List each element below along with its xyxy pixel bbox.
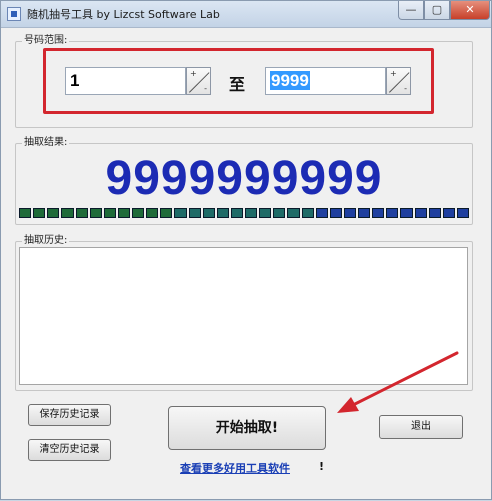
- range-end-spinner[interactable]: + -: [386, 67, 411, 95]
- maximize-button[interactable]: ▢: [424, 1, 450, 20]
- spin-down-icon[interactable]: -: [404, 84, 407, 93]
- progress-segment: [216, 208, 229, 218]
- range-to-label: 至: [229, 75, 246, 94]
- progress-segment: [358, 208, 371, 218]
- progress-segment: [117, 208, 130, 218]
- progress-segment: [245, 208, 258, 218]
- save-history-button[interactable]: 保存历史记录: [28, 404, 111, 426]
- progress-segment: [287, 208, 300, 218]
- progress-segment: [174, 208, 187, 218]
- progress-segment: [315, 208, 328, 218]
- progress-segment: [132, 208, 145, 218]
- progress-segment: [414, 208, 427, 218]
- progress-segment: [329, 208, 342, 218]
- progress-segment: [456, 208, 469, 218]
- progress-segment: [19, 208, 32, 218]
- range-start-value: 1: [70, 71, 80, 90]
- progress-segment: [259, 208, 272, 218]
- close-button[interactable]: ✕: [450, 1, 490, 20]
- app-icon: [7, 7, 21, 21]
- progress-segment: [160, 208, 173, 218]
- spin-down-icon[interactable]: -: [204, 84, 207, 93]
- progress-bar: [19, 208, 469, 218]
- progress-segment: [301, 208, 314, 218]
- more-tools-link[interactable]: 查看更多好用工具软件: [180, 460, 290, 476]
- progress-segment: [188, 208, 201, 218]
- exit-button[interactable]: 退出: [379, 415, 463, 439]
- start-draw-button[interactable]: 开始抽取!: [168, 406, 326, 450]
- spin-up-icon[interactable]: +: [390, 69, 397, 78]
- progress-segment: [343, 208, 356, 218]
- progress-segment: [386, 208, 399, 218]
- progress-segment: [89, 208, 102, 218]
- progress-segment: [273, 208, 286, 218]
- range-end-input[interactable]: 9999: [265, 67, 386, 95]
- clear-history-button[interactable]: 清空历史记录: [28, 439, 111, 461]
- progress-segment: [428, 208, 441, 218]
- progress-segment: [400, 208, 413, 218]
- app-window: 随机抽号工具 by Lizcst Software Lab — ▢ ✕ 号码范围…: [0, 0, 492, 500]
- progress-segment: [61, 208, 74, 218]
- history-list[interactable]: [19, 247, 468, 385]
- spin-up-icon[interactable]: +: [190, 69, 197, 78]
- range-end-value: 9999: [270, 71, 310, 90]
- progress-segment: [47, 208, 60, 218]
- progress-segment: [230, 208, 243, 218]
- progress-segment: [103, 208, 116, 218]
- window-title: 随机抽号工具 by Lizcst Software Lab: [27, 8, 220, 21]
- minimize-button[interactable]: —: [398, 1, 424, 20]
- progress-segment: [372, 208, 385, 218]
- range-start-spinner[interactable]: + -: [186, 67, 211, 95]
- title-bar: 随机抽号工具 by Lizcst Software Lab — ▢ ✕: [1, 1, 491, 28]
- range-start-input[interactable]: 1: [65, 67, 186, 95]
- progress-segment: [146, 208, 159, 218]
- range-group-label: 号码范围:: [22, 34, 70, 48]
- progress-segment: [442, 208, 455, 218]
- result-number: 9999999999: [105, 152, 383, 205]
- more-tools-suffix: !: [319, 460, 325, 473]
- progress-segment: [33, 208, 46, 218]
- result-group-label: 抽取结果:: [22, 136, 70, 150]
- progress-segment: [75, 208, 88, 218]
- history-group-label: 抽取历史:: [22, 234, 70, 248]
- progress-segment: [202, 208, 215, 218]
